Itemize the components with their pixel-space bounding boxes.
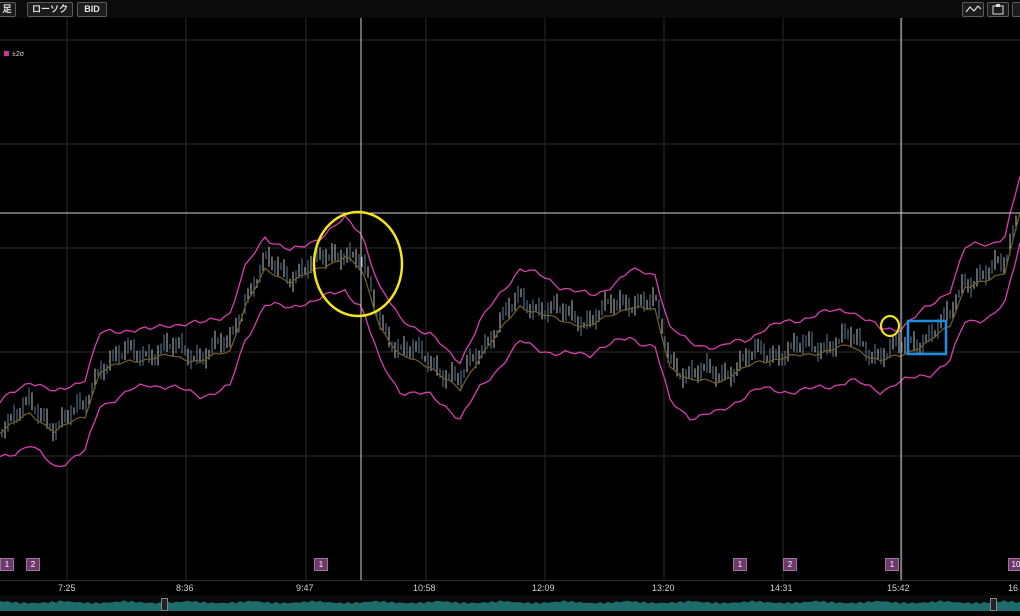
time-tick: 16 (1008, 583, 1019, 593)
range-navigator[interactable] (0, 595, 1020, 611)
price-type-button[interactable]: BID (77, 2, 107, 17)
time-tick: 14:31 (770, 583, 793, 593)
time-tick: 7:25 (58, 583, 76, 593)
time-tick: 8:36 (176, 583, 194, 593)
price-chart[interactable] (0, 18, 1020, 580)
navigator-right-handle[interactable] (990, 598, 997, 611)
time-tick: 10:58 (413, 583, 436, 593)
candle-type-button[interactable]: ローソク (27, 2, 73, 17)
time-tick: 12:09 (532, 583, 555, 593)
event-marker[interactable]: 1 (733, 558, 747, 571)
legend-label: ±2σ (12, 51, 25, 58)
event-marker[interactable]: 2 (26, 558, 40, 571)
event-marker[interactable]: 2 (783, 558, 797, 571)
screenshot-icon[interactable] (987, 2, 1009, 17)
event-marker[interactable]: 1 (885, 558, 899, 571)
grid-lines (0, 18, 1020, 580)
time-tick: 9:47 (296, 583, 314, 593)
time-axis (0, 580, 1020, 596)
highlight-circle-peak (312, 210, 404, 318)
legend-swatch (4, 51, 9, 56)
navigator-left-handle[interactable] (161, 598, 168, 611)
legend: ±2σ (4, 51, 24, 58)
bollinger-lower-band (0, 242, 1020, 468)
time-tick: 13:20 (652, 583, 675, 593)
event-marker[interactable]: 1 (0, 558, 14, 571)
settings-icon[interactable] (1012, 2, 1020, 17)
period-button[interactable]: 足 (0, 2, 16, 17)
event-marker[interactable]: 1 (314, 558, 328, 571)
navigator-area (0, 600, 1020, 611)
event-marker[interactable]: 10 (1008, 558, 1020, 571)
indicator-icon[interactable] (962, 2, 984, 17)
chart-toolbar: 足 ローソク BID (0, 0, 1020, 18)
highlight-circle-small (879, 314, 901, 338)
moving-average-line (0, 212, 1020, 434)
bollinger-upper-band (0, 176, 1020, 404)
time-tick: 15:42 (887, 583, 910, 593)
